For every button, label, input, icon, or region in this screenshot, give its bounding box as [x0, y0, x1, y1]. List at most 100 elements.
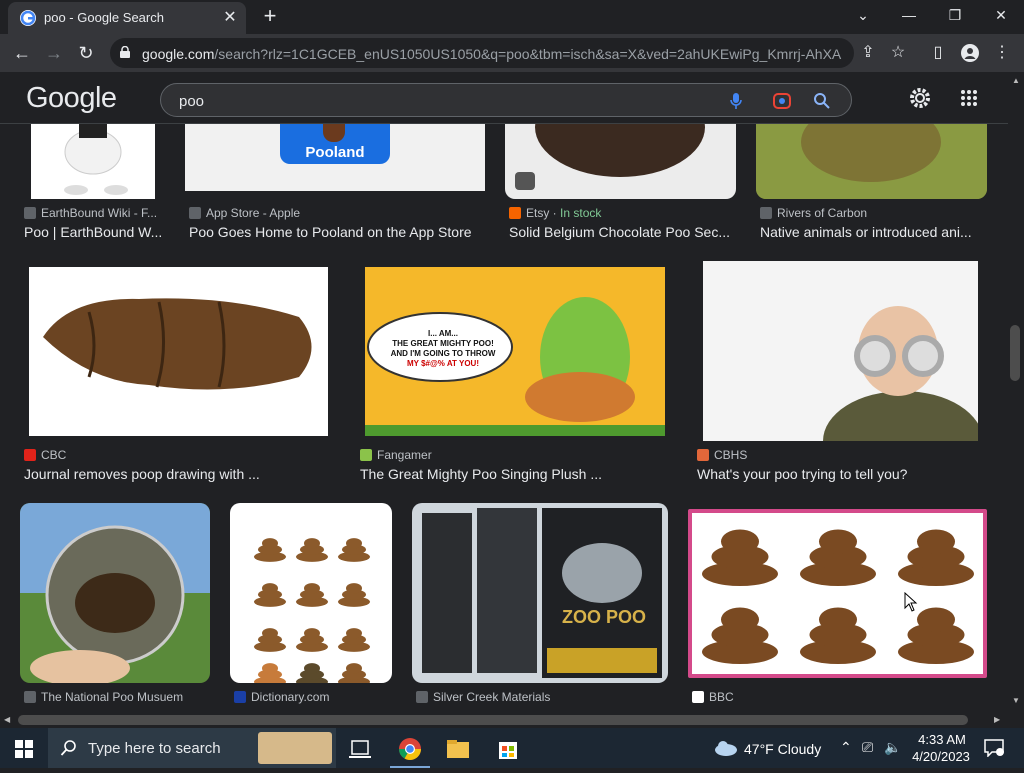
result-image-bbc-emojis[interactable] [688, 509, 987, 678]
task-view-icon[interactable] [340, 732, 380, 768]
result-image-poo-museum[interactable] [20, 503, 210, 683]
result-image-chocolate[interactable] [505, 112, 736, 199]
microphone-icon[interactable] [725, 90, 747, 112]
vertical-scrollbar-thumb[interactable] [1010, 325, 1020, 381]
taskbar-search-placeholder: Type here to search [88, 740, 221, 757]
result-source[interactable]: Silver Creek Materials [416, 690, 550, 704]
site-favicon-icon [509, 207, 521, 219]
mouse-cursor-icon [904, 592, 918, 612]
horizontal-scrollbar-thumb[interactable] [18, 715, 968, 725]
site-favicon-icon [697, 449, 709, 461]
result-image-earthbound[interactable] [31, 112, 155, 199]
result-source[interactable]: Etsy · In stock [509, 206, 601, 220]
google-lens-icon[interactable] [771, 90, 793, 112]
search-box[interactable] [160, 83, 852, 117]
network-icon[interactable]: ⎚ [862, 739, 873, 756]
pooland-art-text: Pooland [305, 144, 365, 161]
search-icon [60, 740, 76, 756]
bookmark-star-icon[interactable]: ☆ [886, 41, 910, 65]
google-logo[interactable]: Google [26, 82, 117, 115]
restore-icon[interactable]: ❐ [940, 4, 970, 26]
volume-icon[interactable]: 🔈 [884, 739, 901, 756]
new-tab-icon[interactable]: + [258, 5, 282, 29]
google-favicon-icon [20, 10, 36, 26]
site-favicon-icon [24, 207, 36, 219]
address-bar[interactable]: google.com/search?rlz=1C1GCEB_enUS1050US… [110, 38, 854, 68]
result-source[interactable]: Dictionary.com [234, 690, 329, 704]
result-source[interactable]: CBC [24, 448, 66, 462]
scroll-right-arrow-icon[interactable]: ▶ [994, 715, 1000, 724]
result-source[interactable]: Rivers of Carbon [760, 206, 867, 220]
result-image-zoo-poo[interactable]: ZOO POO [412, 503, 668, 683]
chrome-taskbar-icon[interactable] [390, 732, 430, 768]
clock-date[interactable]: 4/20/2023 [910, 749, 972, 764]
taskbar-search-box[interactable]: Type here to search [48, 728, 336, 768]
search-icon[interactable] [811, 90, 833, 112]
result-image-fangamer[interactable]: I... AM... THE GREAT MIGHTY POO! AND I'M G… [365, 267, 665, 436]
windows-start-icon[interactable] [15, 740, 33, 758]
browser-tab[interactable]: poo - Google Search ✕ [8, 2, 246, 34]
minimize-icon[interactable]: — [894, 4, 924, 26]
reload-icon[interactable]: ↻ [74, 41, 98, 65]
site-favicon-icon [760, 207, 772, 219]
back-icon[interactable]: ← [10, 41, 34, 65]
result-source[interactable]: Fangamer [360, 448, 432, 462]
search-input[interactable] [179, 91, 699, 111]
share-icon[interactable]: ⇪ [856, 41, 880, 65]
site-favicon-icon [692, 691, 704, 703]
microsoft-store-icon[interactable] [488, 732, 528, 768]
result-image-rivers-of-carbon[interactable] [756, 112, 987, 199]
site-favicon-icon [416, 691, 428, 703]
profile-icon[interactable] [958, 41, 982, 65]
weather-text[interactable]: 47°F Cloudy [744, 741, 821, 757]
zoo-poo-art-text: ZOO POO [562, 607, 647, 627]
file-explorer-icon[interactable] [438, 732, 478, 768]
search-results-page: Google Pooland EarthBound Wiki - F... Po… [0, 72, 1008, 712]
site-favicon-icon [24, 449, 36, 461]
fangamer-art-text: I... AM... THE GREAT MIGHTY POO! AND I'M G… [390, 329, 496, 368]
menu-kebab-icon[interactable]: ⋮ [990, 41, 1014, 65]
scroll-up-arrow-icon[interactable]: ▲ [1012, 76, 1020, 85]
result-source[interactable]: App Store - Apple [189, 206, 300, 220]
windows-taskbar: Type here to search 47°F Cloudy ⌃ ⎚ 🔈 4:… [0, 728, 1024, 768]
cloudy-weather-icon[interactable] [712, 739, 738, 757]
site-favicon-icon [24, 691, 36, 703]
result-caption[interactable]: The Great Mighty Poo Singing Plush ... [360, 466, 660, 482]
result-image-cbc[interactable] [29, 267, 328, 436]
lock-icon[interactable] [120, 46, 130, 58]
browser-title-bar: poo - Google Search ✕ + ⌄ — ❐ ✕ [0, 0, 1024, 34]
clock-time[interactable]: 4:33 AM [916, 732, 968, 747]
result-source[interactable]: CBHS [697, 448, 747, 462]
browser-toolbar: ← → ↻ google.com/search?rlz=1C1GCEB_enUS… [0, 34, 1024, 72]
result-image-emoji-grid[interactable] [230, 503, 392, 683]
tab-title: poo - Google Search [44, 10, 164, 25]
google-header: Google [0, 72, 1008, 124]
result-caption[interactable]: Poo | EarthBound W... [24, 224, 164, 240]
forward-icon[interactable]: → [42, 41, 66, 65]
tray-chevron-icon[interactable]: ⌃ [840, 739, 852, 756]
result-source[interactable]: EarthBound Wiki - F... [24, 206, 157, 220]
tab-search-chevron-icon[interactable]: ⌄ [848, 4, 878, 26]
result-caption[interactable]: Solid Belgium Chocolate Poo Sec... [509, 224, 735, 240]
google-apps-grid-icon[interactable] [960, 89, 978, 107]
result-caption[interactable]: Journal removes poop drawing with ... [24, 466, 324, 482]
result-image-cbhs[interactable] [703, 261, 978, 441]
tab-close-icon[interactable]: ✕ [220, 8, 240, 28]
settings-gear-icon[interactable] [908, 86, 932, 110]
result-caption[interactable]: What's your poo trying to tell you? [697, 466, 987, 482]
site-favicon-icon [234, 691, 246, 703]
site-favicon-icon [360, 449, 372, 461]
url-text: google.com/search?rlz=1C1GCEB_enUS1050US… [142, 46, 842, 62]
scroll-down-arrow-icon[interactable]: ▼ [1012, 696, 1020, 705]
scroll-left-arrow-icon[interactable]: ◀ [4, 715, 10, 724]
result-source[interactable]: The National Poo Musuem [24, 690, 183, 704]
result-caption[interactable]: Native animals or introduced ani... [760, 224, 980, 240]
site-favicon-icon [189, 207, 201, 219]
notifications-icon[interactable] [984, 739, 1004, 757]
vertical-scrollbar[interactable]: ▲ ▼ [1008, 72, 1024, 712]
side-panel-icon[interactable]: ▯ [926, 41, 950, 65]
result-source[interactable]: BBC [692, 690, 734, 704]
search-highlight-art-icon [258, 732, 332, 764]
close-window-icon[interactable]: ✕ [986, 4, 1016, 26]
result-caption[interactable]: Poo Goes Home to Pooland on the App Stor… [189, 224, 489, 240]
